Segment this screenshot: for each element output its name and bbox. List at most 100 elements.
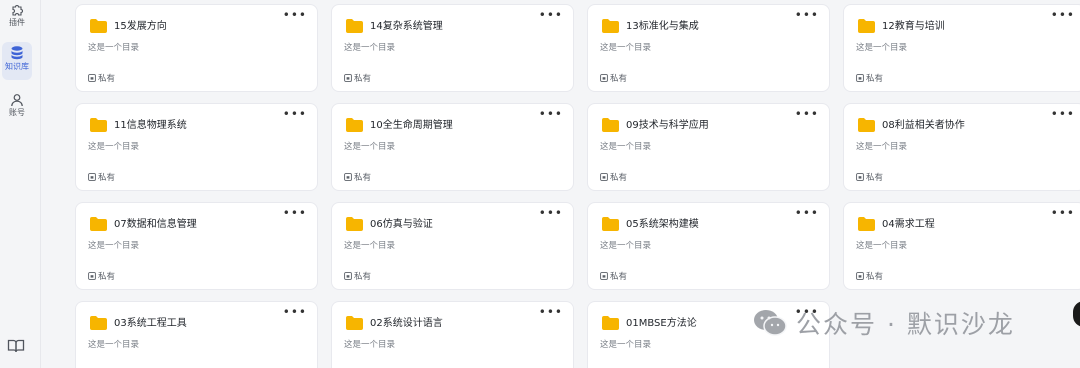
privacy-badge: 私有 xyxy=(88,171,115,183)
card-title: 01MBSE方法论 xyxy=(626,318,697,329)
card-title: 15发展方向 xyxy=(114,21,167,32)
watermark-text: 公众号 · 默识沙龙 xyxy=(796,310,1015,339)
privacy-label: 私有 xyxy=(610,173,628,183)
folder-icon xyxy=(858,118,875,132)
watermark: 公众号 · 默识沙龙 xyxy=(752,305,1015,341)
directory-card[interactable]: 04需求工程 ••• 这是一个目录 私有 xyxy=(843,202,1080,290)
card-title: 11信息物理系统 xyxy=(114,120,187,131)
folder-icon xyxy=(90,118,107,132)
folder-icon xyxy=(90,217,107,231)
more-options-icon[interactable]: ••• xyxy=(795,207,819,219)
more-options-icon[interactable]: ••• xyxy=(539,306,563,318)
lock-icon xyxy=(88,272,96,280)
card-title: 02系统设计语言 xyxy=(370,318,443,329)
privacy-badge: 私有 xyxy=(600,72,627,84)
privacy-label: 私有 xyxy=(354,74,372,84)
privacy-label: 私有 xyxy=(98,173,116,183)
directory-card[interactable]: 08利益相关者协作 ••• 这是一个目录 私有 xyxy=(843,103,1080,191)
folder-icon xyxy=(602,316,619,330)
directory-card[interactable]: 06仿真与验证 ••• 这是一个目录 私有 xyxy=(331,202,574,290)
card-description: 这是一个目录 xyxy=(88,340,140,350)
card-title: 10全生命周期管理 xyxy=(370,120,453,131)
card-title: 13标准化与集成 xyxy=(626,21,699,32)
privacy-badge: 私有 xyxy=(856,72,883,84)
card-description: 这是一个目录 xyxy=(344,43,396,53)
lock-icon xyxy=(856,272,864,280)
folder-icon xyxy=(858,217,875,231)
card-description: 这是一个目录 xyxy=(856,43,908,53)
card-description: 这是一个目录 xyxy=(344,340,396,350)
card-description: 这是一个目录 xyxy=(88,142,140,152)
lock-icon xyxy=(856,74,864,82)
lock-icon xyxy=(88,173,96,181)
privacy-label: 私有 xyxy=(98,272,116,282)
more-options-icon[interactable]: ••• xyxy=(1051,108,1075,120)
more-options-icon[interactable]: ••• xyxy=(283,108,307,120)
card-title: 09技术与科学应用 xyxy=(626,120,709,131)
privacy-badge: 私有 xyxy=(344,270,371,282)
card-title: 03系统工程工具 xyxy=(114,318,187,329)
card-description: 这是一个目录 xyxy=(600,43,652,53)
directory-card[interactable]: 02系统设计语言 ••• 这是一个目录 xyxy=(331,301,574,368)
lock-icon xyxy=(600,272,608,280)
lock-icon xyxy=(600,74,608,82)
card-title: 08利益相关者协作 xyxy=(882,120,965,131)
directory-card[interactable]: 15发展方向 ••• 这是一个目录 私有 xyxy=(75,4,318,92)
directory-card[interactable]: 05系统架构建模 ••• 这是一个目录 私有 xyxy=(587,202,830,290)
card-description: 这是一个目录 xyxy=(344,142,396,152)
lock-icon xyxy=(344,173,352,181)
directory-card[interactable]: 13标准化与集成 ••• 这是一个目录 私有 xyxy=(587,4,830,92)
wechat-icon xyxy=(754,310,787,336)
privacy-badge: 私有 xyxy=(856,270,883,282)
folder-icon xyxy=(346,118,363,132)
card-description: 这是一个目录 xyxy=(88,241,140,251)
lock-icon xyxy=(88,74,96,82)
privacy-badge: 私有 xyxy=(856,171,883,183)
lock-icon xyxy=(856,173,864,181)
more-options-icon[interactable]: ••• xyxy=(283,9,307,21)
folder-icon xyxy=(602,118,619,132)
card-description: 这是一个目录 xyxy=(856,142,908,152)
privacy-label: 私有 xyxy=(354,272,372,282)
more-options-icon[interactable]: ••• xyxy=(795,9,819,21)
privacy-label: 私有 xyxy=(98,74,116,84)
privacy-label: 私有 xyxy=(354,173,372,183)
lock-icon xyxy=(344,272,352,280)
directory-card[interactable]: 10全生命周期管理 ••• 这是一个目录 私有 xyxy=(331,103,574,191)
privacy-badge: 私有 xyxy=(344,72,371,84)
privacy-badge: 私有 xyxy=(344,171,371,183)
more-options-icon[interactable]: ••• xyxy=(283,207,307,219)
card-description: 这是一个目录 xyxy=(344,241,396,251)
privacy-badge: 私有 xyxy=(600,171,627,183)
folder-icon xyxy=(602,19,619,33)
directory-card[interactable]: 12教育与培训 ••• 这是一个目录 私有 xyxy=(843,4,1080,92)
more-options-icon[interactable]: ••• xyxy=(1051,207,1075,219)
card-title: 14复杂系统管理 xyxy=(370,21,443,32)
privacy-badge: 私有 xyxy=(600,270,627,282)
directory-card[interactable]: 14复杂系统管理 ••• 这是一个目录 私有 xyxy=(331,4,574,92)
directory-card[interactable]: 11信息物理系统 ••• 这是一个目录 私有 xyxy=(75,103,318,191)
card-description: 这是一个目录 xyxy=(600,142,652,152)
folder-icon xyxy=(90,19,107,33)
card-description: 这是一个目录 xyxy=(600,241,652,251)
more-options-icon[interactable]: ••• xyxy=(539,108,563,120)
more-options-icon[interactable]: ••• xyxy=(539,9,563,21)
more-options-icon[interactable]: ••• xyxy=(539,207,563,219)
privacy-label: 私有 xyxy=(866,173,884,183)
card-title: 06仿真与验证 xyxy=(370,219,433,230)
more-options-icon[interactable]: ••• xyxy=(283,306,307,318)
privacy-label: 私有 xyxy=(610,272,628,282)
more-options-icon[interactable]: ••• xyxy=(1051,9,1075,21)
card-description: 这是一个目录 xyxy=(600,340,652,350)
card-title: 07数据和信息管理 xyxy=(114,219,197,230)
folder-icon xyxy=(602,217,619,231)
directory-card[interactable]: 03系统工程工具 ••• 这是一个目录 xyxy=(75,301,318,368)
directory-card[interactable]: 09技术与科学应用 ••• 这是一个目录 私有 xyxy=(587,103,830,191)
privacy-badge: 私有 xyxy=(88,270,115,282)
card-description: 这是一个目录 xyxy=(88,43,140,53)
card-description: 这是一个目录 xyxy=(856,241,908,251)
privacy-label: 私有 xyxy=(610,74,628,84)
more-options-icon[interactable]: ••• xyxy=(795,108,819,120)
directory-card[interactable]: 07数据和信息管理 ••• 这是一个目录 私有 xyxy=(75,202,318,290)
lock-icon xyxy=(344,74,352,82)
